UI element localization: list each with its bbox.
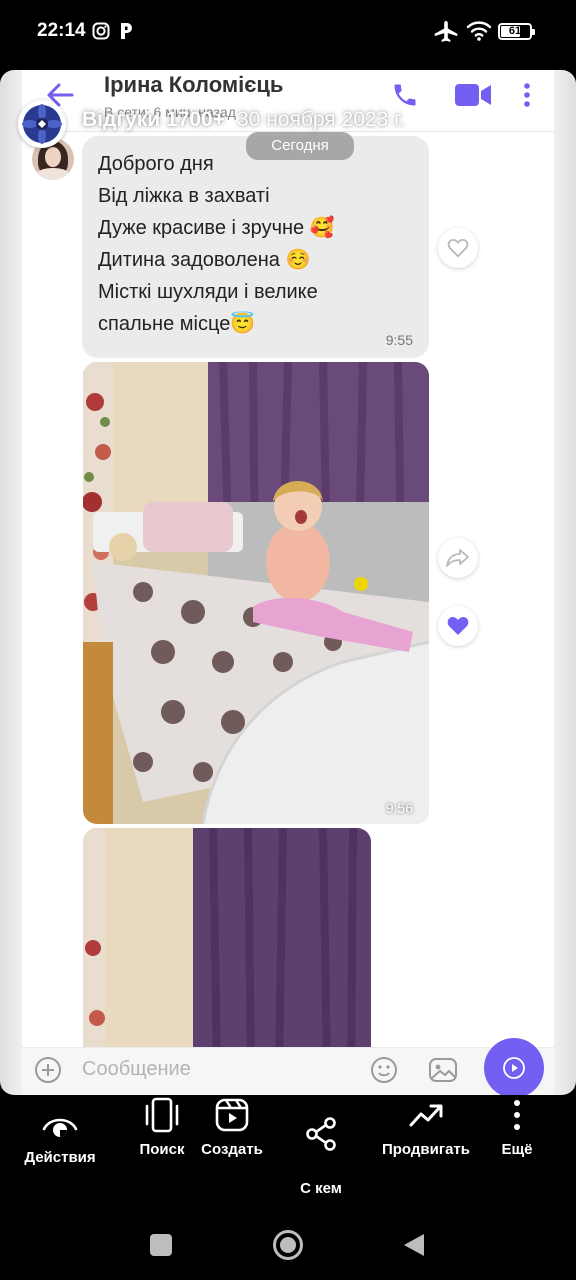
message-line: Дитина задоволена ☺️ [98, 249, 311, 271]
forward-button[interactable] [438, 538, 478, 578]
story-label: Відгуки 1700+ [82, 108, 225, 131]
contact-name: Ірина Коломієць [104, 72, 284, 97]
action-search[interactable]: Поиск [122, 1097, 202, 1158]
action-activity[interactable]: Действия [10, 1109, 110, 1166]
action-share[interactable]: С кем поделиться [266, 1097, 376, 1217]
action-promote[interactable]: Продвигать [376, 1097, 476, 1158]
action-label: Поиск [139, 1141, 185, 1158]
message-bubble[interactable]: Доброго дня Від ліжка в захваті Дуже кра… [82, 136, 429, 358]
action-label: Действия [24, 1149, 96, 1166]
action-label: Продвигать [381, 1141, 471, 1158]
action-label: Создать [201, 1141, 263, 1158]
phone-frame-icon [145, 1097, 179, 1133]
message-time: 9:55 [385, 332, 413, 348]
photo-message[interactable]: 9:56 [83, 362, 429, 824]
wifi-icon [466, 21, 492, 41]
photo-time: 9:56 [385, 800, 413, 816]
heart-outline-icon [447, 238, 469, 258]
viber-chat-screenshot: Ірина Коломієць В сети: 6 мин. назад Доб… [22, 70, 554, 1095]
emoji-icon[interactable] [370, 1056, 398, 1084]
heart-filled-icon [447, 617, 469, 635]
action-create[interactable]: Создать [192, 1097, 272, 1158]
action-more[interactable]: Ещё [482, 1097, 552, 1158]
like-button[interactable] [438, 228, 478, 268]
share-icon [306, 1117, 336, 1151]
add-attachment-icon[interactable] [34, 1056, 62, 1084]
eye-icon [42, 1118, 78, 1137]
flower-logo-icon [22, 104, 62, 144]
more-vertical-icon [514, 1100, 520, 1130]
phone-call-icon[interactable] [391, 81, 419, 109]
p-app-icon [121, 23, 132, 39]
date-separator: Сегодня [246, 132, 354, 160]
status-bar: 22:14 61 [0, 0, 576, 62]
gallery-icon[interactable] [428, 1056, 458, 1084]
bedroom-photo [83, 362, 429, 824]
message-line: спальне місце😇 [98, 313, 256, 335]
message-composer: Сообщение [22, 1038, 554, 1095]
create-reel-icon [215, 1098, 249, 1132]
chat-area: Доброго дня Від ліжка в захваті Дуже кра… [22, 132, 554, 1068]
story-account-avatar[interactable] [18, 100, 66, 148]
message-input[interactable]: Сообщение [82, 1058, 191, 1081]
story-date: 30 ноября 2023 г. [237, 108, 405, 131]
photo-message[interactable] [83, 828, 371, 1068]
screen: 22:14 61 Ірина Коломієць В сети: 6 мин. … [0, 0, 576, 1280]
battery-level: 61 [508, 25, 522, 37]
system-navigation-bar [0, 1200, 576, 1280]
forward-arrow-icon [446, 549, 469, 567]
airplane-mode-icon [434, 21, 458, 42]
home-button[interactable] [273, 1230, 303, 1260]
play-circle-icon [503, 1057, 525, 1079]
message-line: Від ліжка в захваті [98, 185, 270, 207]
video-call-icon[interactable] [454, 82, 492, 108]
more-options-icon[interactable] [520, 82, 534, 108]
bedroom-photo [83, 828, 371, 1068]
back-triangle-icon[interactable] [402, 1232, 426, 1258]
trend-up-icon [409, 1104, 443, 1127]
message-line: Дуже красиве і зручне 🥰 [98, 217, 335, 239]
voice-send-button[interactable] [484, 1038, 544, 1095]
liked-heart-button[interactable] [438, 606, 478, 646]
recents-button[interactable] [150, 1234, 172, 1256]
message-line: Місткі шухляди і велике [98, 281, 318, 303]
story-action-bar: Действия Поиск Создать С кем Продвигать … [0, 1095, 576, 1216]
battery-icon: 61 [498, 23, 535, 40]
action-label: Ещё [501, 1141, 533, 1158]
story-overlay-caption: Відгуки 1700+ 30 ноября 2023 г. [82, 108, 405, 132]
status-time: 22:14 [37, 20, 86, 41]
instagram-icon [92, 22, 110, 40]
